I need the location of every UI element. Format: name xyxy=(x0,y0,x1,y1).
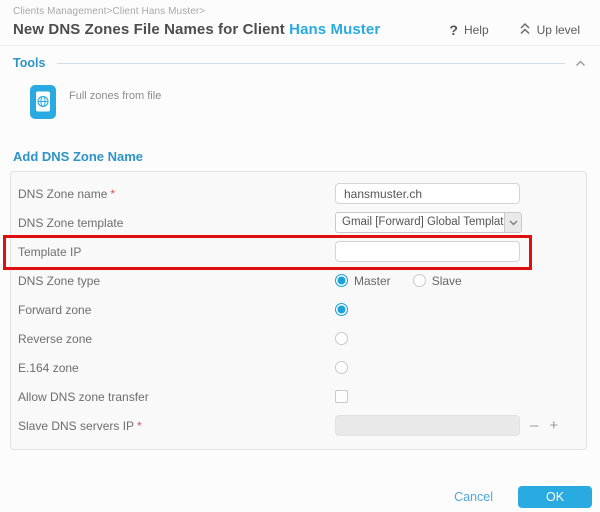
row-template-ip-highlighted: Template IP xyxy=(18,241,578,262)
form-footer: Cancel OK xyxy=(0,486,600,508)
double-chevron-up-icon xyxy=(519,22,531,38)
tool-full-zones-from-file[interactable]: Full zones from file xyxy=(30,85,586,119)
help-icon: ? xyxy=(449,22,458,38)
template-ip-label: Template IP xyxy=(18,245,335,259)
row-e164-zone: E.164 zone xyxy=(18,357,578,378)
collapse-chevron-icon[interactable] xyxy=(575,54,586,72)
required-marker: * xyxy=(110,187,115,201)
add-server-button[interactable]: + xyxy=(549,418,558,433)
help-label: Help xyxy=(464,23,489,37)
dns-zone-name-label: DNS Zone name* xyxy=(18,187,335,201)
forward-zone-label: Forward zone xyxy=(18,303,335,317)
row-dns-zone-name: DNS Zone name* xyxy=(18,183,578,204)
slave-dns-servers-ip-label: Slave DNS servers IP* xyxy=(18,419,335,433)
radio-e164-zone[interactable] xyxy=(335,361,348,374)
radio-forward-zone[interactable] xyxy=(335,303,348,316)
radio-master-label: Master xyxy=(354,274,391,288)
dns-zone-template-label: DNS Zone template xyxy=(18,216,335,230)
breadcrumb[interactable]: Clients Management>Client Hans Muster> xyxy=(13,6,586,17)
dns-zone-type-label: DNS Zone type xyxy=(18,274,335,288)
radio-slave[interactable] xyxy=(413,274,426,287)
allow-dns-zone-transfer-checkbox[interactable] xyxy=(335,390,348,403)
page-title-client-name: Hans Muster xyxy=(289,21,380,38)
up-level-button[interactable]: Up level xyxy=(519,22,580,38)
radio-master[interactable] xyxy=(335,274,348,287)
radio-reverse-zone[interactable] xyxy=(335,332,348,345)
help-button[interactable]: ? Help xyxy=(449,22,488,38)
dns-zones-file-icon xyxy=(30,85,56,119)
template-ip-input[interactable] xyxy=(335,241,520,262)
row-dns-zone-template: DNS Zone template Gmail [Forward] Global… xyxy=(18,212,578,233)
cancel-button[interactable]: Cancel xyxy=(454,490,493,504)
tools-heading: Tools xyxy=(13,56,45,70)
page-title-text: New DNS Zones File Names for Client xyxy=(13,21,289,38)
section-divider xyxy=(57,63,565,64)
remove-server-button[interactable]: – xyxy=(530,418,538,433)
tool-label: Full zones from file xyxy=(69,85,169,103)
required-marker: * xyxy=(137,419,142,433)
dns-zone-template-selected-value: Gmail [Forward] Global Template xyxy=(336,213,504,232)
ok-button[interactable]: OK xyxy=(518,486,592,508)
radio-slave-label: Slave xyxy=(432,274,462,288)
page-header: Clients Management>Client Hans Muster> N… xyxy=(0,0,600,46)
row-slave-dns-servers-ip: Slave DNS servers IP* – + xyxy=(18,415,578,436)
form-heading: Add DNS Zone Name xyxy=(13,149,600,164)
slave-dns-servers-ip-input xyxy=(335,415,520,436)
add-dns-zone-form: DNS Zone name* DNS Zone template Gmail [… xyxy=(10,171,587,450)
row-allow-dns-zone-transfer: Allow DNS zone transfer xyxy=(18,386,578,407)
row-forward-zone: Forward zone xyxy=(18,299,578,320)
up-level-label: Up level xyxy=(537,23,580,37)
reverse-zone-label: Reverse zone xyxy=(18,332,335,346)
tools-section: Tools Full zones from file xyxy=(0,46,600,119)
e164-zone-label: E.164 zone xyxy=(18,361,335,375)
page-title: New DNS Zones File Names for Client Hans… xyxy=(13,21,380,38)
dns-zone-name-input[interactable] xyxy=(335,183,520,204)
select-dropdown-button[interactable] xyxy=(504,213,521,232)
dns-zone-template-select[interactable]: Gmail [Forward] Global Template xyxy=(335,212,522,233)
row-reverse-zone: Reverse zone xyxy=(18,328,578,349)
allow-dns-zone-transfer-label: Allow DNS zone transfer xyxy=(18,390,335,404)
row-dns-zone-type: DNS Zone type Master Slave xyxy=(18,270,578,291)
